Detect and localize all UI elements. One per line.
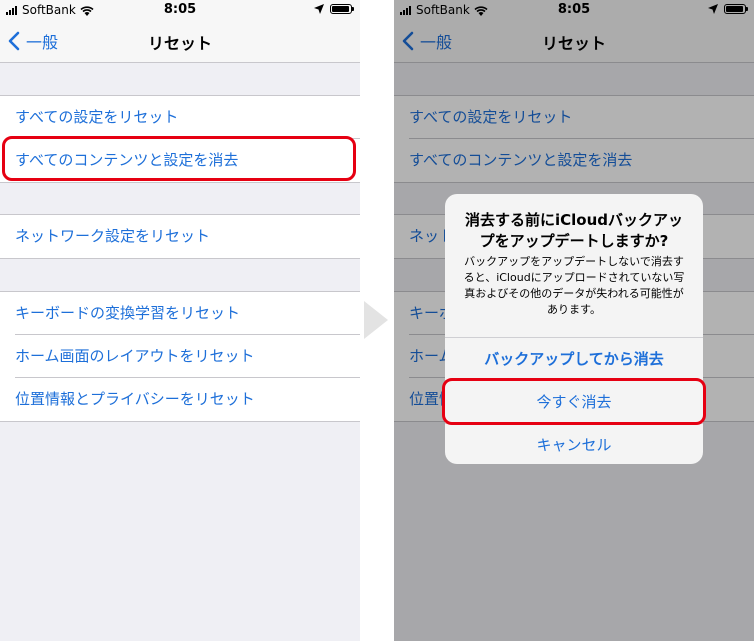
reset-location-privacy-cell[interactable]: 位置情報とプライバシーをリセット xyxy=(0,377,360,421)
nav-bar: 一般 リセット xyxy=(0,20,360,63)
reset-network-cell[interactable]: ネットワーク設定をリセット xyxy=(0,215,360,258)
status-bar: SoftBank 8:05 xyxy=(0,0,360,20)
alert-message: バックアップをアップデートしないで消去すると、iCloudにアップロードされてい… xyxy=(463,255,685,316)
arrow-right-icon xyxy=(364,301,388,339)
reset-group: ネットワーク設定をリセット xyxy=(0,214,360,259)
reset-group: キーボードの変換学習をリセット ホーム画面のレイアウトをリセット 位置情報とプラ… xyxy=(0,291,360,422)
page-title: リセット xyxy=(147,34,212,53)
settings-screen-before: SoftBank 8:05 一般 リセット すべての設定をリセット すべてのコン… xyxy=(0,0,360,641)
location-arrow-icon xyxy=(314,4,324,14)
reset-keyboard-cell[interactable]: キーボードの変換学習をリセット xyxy=(0,292,360,335)
battery-icon xyxy=(330,4,354,14)
status-time: 8:05 xyxy=(163,2,197,17)
highlight-box xyxy=(442,378,706,425)
backup-then-erase-button[interactable]: バックアップしてから消去 xyxy=(445,337,703,380)
cancel-button[interactable]: キャンセル xyxy=(445,423,703,464)
highlight-box xyxy=(2,136,356,181)
reset-all-settings-cell[interactable]: すべての設定をリセット xyxy=(0,96,360,139)
reset-home-layout-cell[interactable]: ホーム画面のレイアウトをリセット xyxy=(0,334,360,378)
alert-title: 消去する前にiCloudバックアップをアップデートしますか? xyxy=(464,211,683,250)
